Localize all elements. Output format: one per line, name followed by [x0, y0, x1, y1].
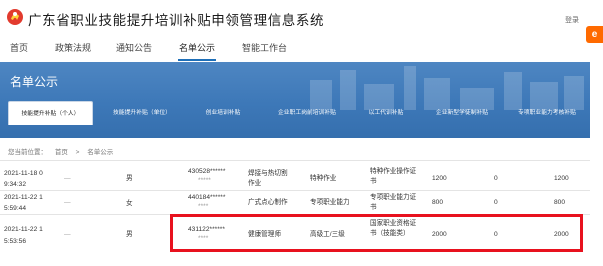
nav-item-workbench[interactable]: 智能工作台 [242, 41, 287, 54]
subsidy-tabs: 技能提升补贴（个人） 技能提升补贴（单位） 创业培训补贴 企业职工岗前培训补贴 … [6, 101, 590, 125]
tab-special-ability[interactable]: 专项职业能力考核补贴 [505, 101, 589, 125]
breadcrumb-home[interactable]: 首页 [55, 149, 68, 156]
nav-item-list-publicity[interactable]: 名单公示 [179, 41, 215, 54]
masked-name: — [64, 231, 71, 238]
tab-skill-personal[interactable]: 技能提升补贴（个人） [8, 101, 93, 125]
logo-icon [6, 8, 24, 26]
table-row: 2021-11-18 0 9:34:32 — 男 430528****** **… [0, 160, 590, 190]
breadcrumb-separator: > [75, 149, 80, 156]
row-time: 9:34:32 [4, 181, 26, 188]
page-title: 名单公示 [10, 75, 59, 89]
row-id-number: 440184****** [188, 194, 226, 201]
row-certificate: 专项职业能力证书 [370, 194, 417, 211]
nav-item-home[interactable]: 首页 [10, 41, 28, 54]
table-row: 2021-11-22 1 5:59:44 — 女 440184****** **… [0, 190, 590, 214]
row-id-suffix: **** [198, 203, 209, 210]
site-header: 广东省职业技能提升培训补贴申领管理信息系统 登录 e [0, 0, 603, 43]
breadcrumb-prefix: 您当前位置： [8, 149, 47, 156]
row-deduction: 0 [494, 199, 498, 206]
row-total: 1200 [554, 175, 569, 182]
row-gender: 女 [126, 200, 133, 207]
highlight-annotation-box [170, 214, 583, 252]
nav-item-policy[interactable]: 政策法规 [55, 41, 91, 54]
row-total: 800 [554, 199, 566, 206]
row-gender: 男 [126, 231, 133, 238]
nav-item-notices[interactable]: 通知公告 [116, 41, 152, 54]
row-id-suffix: ***** [198, 177, 211, 184]
row-category: 专项职业能力 [310, 199, 350, 206]
nav-active-indicator [178, 59, 216, 61]
tab-entrepreneur-training[interactable]: 创业培训补贴 [188, 101, 258, 125]
main-nav: 首页 政策法规 通知公告 名单公示 智能工作台 [0, 38, 580, 61]
row-certificate: 特种作业操作证书 [370, 168, 417, 185]
row-occupation: 广式点心制作 [248, 199, 288, 206]
row-subsidy-amount: 1200 [432, 175, 447, 182]
tab-skill-unit[interactable]: 技能提升补贴（单位） [103, 101, 181, 125]
app-icon[interactable]: e [586, 26, 603, 43]
breadcrumb: 您当前位置： 首页 > 名单公示 [8, 146, 119, 156]
row-category: 特种作业 [310, 175, 337, 182]
tab-pre-job-training[interactable]: 企业职工岗前培训补贴 [264, 101, 350, 125]
row-date: 2021-11-18 0 [4, 170, 43, 177]
page-banner: 名单公示 [0, 62, 590, 138]
row-deduction: 0 [494, 175, 498, 182]
masked-name: — [64, 199, 71, 206]
masked-name: — [64, 175, 71, 182]
row-date: 2021-11-22 1 [4, 194, 43, 201]
login-link[interactable]: 登录 [565, 15, 579, 25]
row-occupation: 焊接与热切割作业 [248, 170, 288, 187]
row-time: 5:53:56 [4, 238, 26, 245]
breadcrumb-current: 名单公示 [87, 149, 114, 156]
row-gender: 男 [126, 175, 133, 182]
tab-work-for-training[interactable]: 以工代训补贴 [354, 101, 418, 125]
site-title: 广东省职业技能提升培训补贴申领管理信息系统 [28, 13, 325, 28]
row-subsidy-amount: 800 [432, 199, 444, 206]
row-date: 2021-11-22 1 [4, 226, 43, 233]
tab-apprenticeship[interactable]: 企业新型学徒制补贴 [422, 101, 502, 125]
row-time: 5:59:44 [4, 205, 26, 212]
row-id-number: 430528****** [188, 168, 226, 175]
